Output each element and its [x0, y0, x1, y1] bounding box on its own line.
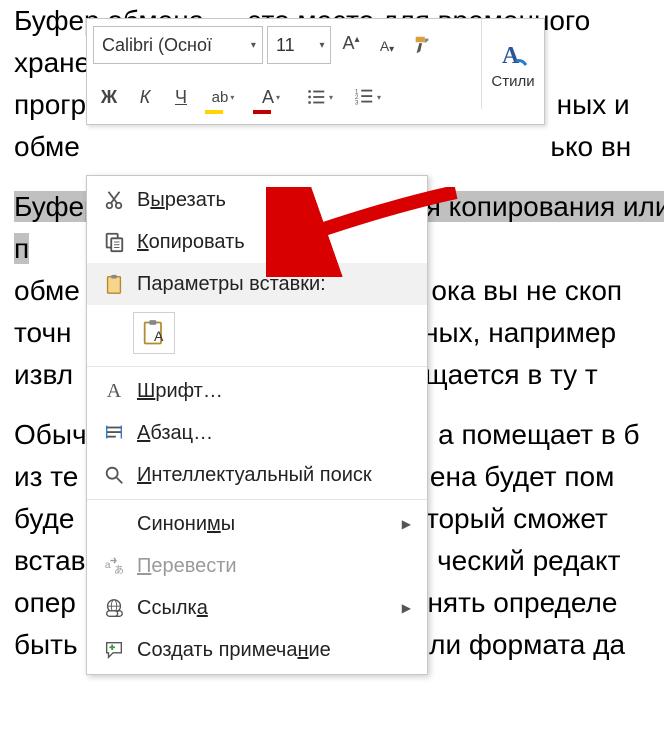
styles-button[interactable]: A Стили: [481, 19, 544, 109]
doc-text: прогр: [14, 89, 86, 120]
font-name-dropdown[interactable]: ▾: [245, 27, 262, 63]
smart-lookup-item[interactable]: Интеллектуальный поиск: [87, 454, 427, 496]
doc-text: нять определе: [427, 587, 617, 618]
doc-text: ных и: [557, 89, 630, 120]
smart-lookup-label: Интеллектуальный поиск: [131, 464, 417, 487]
font-size-combo[interactable]: 11 ▾: [267, 26, 331, 64]
link-item[interactable]: Ссылка: [87, 587, 427, 629]
doc-text: ока вы не скоп: [431, 275, 622, 306]
font-label: Шрифт…: [131, 380, 417, 403]
svg-text:A: A: [502, 43, 520, 69]
highlight-color-button[interactable]: ab▾: [201, 81, 245, 113]
doc-text: буде: [14, 503, 74, 534]
doc-text: точн: [14, 317, 72, 348]
paragraph-label: Абзац…: [131, 422, 417, 445]
doc-text: ли формата да: [429, 629, 625, 660]
doc-text: обме: [14, 275, 80, 306]
copy-label: Копировать: [131, 231, 417, 254]
doc-text: опер: [14, 587, 76, 618]
cut-icon: [97, 189, 131, 211]
paragraph-item[interactable]: Абзац…: [87, 412, 427, 454]
font-item[interactable]: A Шрифт…: [87, 370, 427, 412]
doc-text: ческий редакт: [437, 545, 620, 576]
doc-text: из те: [14, 461, 78, 492]
svg-text:あ: あ: [114, 564, 124, 576]
italic-button[interactable]: К: [129, 81, 161, 113]
font-size-dropdown[interactable]: ▾: [314, 27, 330, 63]
paste-options-label: Параметры вставки:: [131, 273, 417, 296]
new-comment-item[interactable]: Создать примечание: [87, 629, 427, 671]
format-painter-button[interactable]: [407, 29, 439, 61]
paste-icon: [97, 273, 131, 295]
paragraph-icon: [97, 422, 131, 444]
cut-item[interactable]: Вырезать: [87, 179, 427, 221]
doc-text: Обыч: [14, 419, 87, 450]
search-icon: [97, 464, 131, 486]
font-name-value: Calibri (Осної: [94, 35, 245, 56]
decrease-font-button[interactable]: A▾: [371, 29, 403, 61]
svg-text:3: 3: [355, 99, 359, 106]
font-icon: A: [97, 380, 131, 403]
svg-text:a: a: [105, 560, 111, 571]
doc-text: извл: [14, 359, 73, 390]
doc-text: торый сможет: [426, 503, 608, 534]
underline-button[interactable]: Ч: [165, 81, 197, 113]
translate-label: Перевести: [131, 555, 417, 578]
svg-text:A: A: [154, 328, 164, 344]
chevron-right-icon: [396, 517, 417, 531]
paste-keep-text-button[interactable]: A: [133, 312, 175, 354]
doc-text: ных, например: [423, 317, 616, 348]
mini-toolbar: Calibri (Осної ▾ 11 ▾ A▴ A▾ Ж: [86, 18, 545, 125]
synonyms-label: Синонимы: [131, 513, 396, 536]
doc-text: встав: [14, 545, 86, 576]
font-name-combo[interactable]: Calibri (Осної ▾: [93, 26, 263, 64]
new-comment-label: Создать примечание: [131, 639, 417, 662]
doc-text: обме: [14, 131, 80, 162]
synonyms-item[interactable]: Синонимы: [87, 503, 427, 545]
translate-icon: aあ: [97, 555, 131, 577]
comment-icon: [97, 639, 131, 661]
translate-item[interactable]: aあ Перевести: [87, 545, 427, 587]
doc-text: щается в ту т: [425, 359, 598, 390]
increase-font-button[interactable]: A▴: [335, 29, 367, 61]
copy-item[interactable]: Копировать: [87, 221, 427, 263]
paste-options-row: A: [87, 305, 427, 363]
font-size-value: 11: [268, 35, 314, 56]
font-color-button[interactable]: A▾: [249, 81, 293, 113]
copy-icon: [97, 231, 131, 253]
doc-text: ько вн: [550, 131, 631, 162]
link-icon: [97, 597, 131, 619]
paste-options-header: Параметры вставки:: [87, 263, 427, 305]
cut-label: Вырезать: [131, 189, 417, 212]
link-label: Ссылка: [131, 597, 396, 620]
bullets-button[interactable]: ▾: [297, 81, 341, 113]
doc-text: а помещает в б: [438, 419, 639, 450]
bold-button[interactable]: Ж: [93, 81, 125, 113]
styles-label: Стили: [491, 73, 534, 90]
doc-text: быть: [14, 629, 78, 660]
doc-text: ена будет пом: [430, 461, 614, 492]
chevron-right-icon: [396, 601, 417, 615]
context-menu: Вырезать Копировать Параметры вставки: A…: [86, 175, 428, 675]
numbering-button[interactable]: 123 ▾: [345, 81, 389, 113]
